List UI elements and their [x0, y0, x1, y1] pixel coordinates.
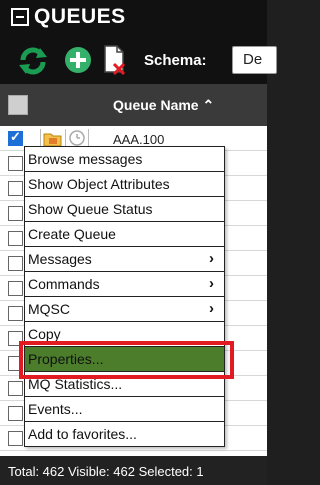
row-checkbox[interactable] — [8, 406, 23, 421]
row-checkbox[interactable] — [8, 231, 23, 246]
menu-item-browse-messages[interactable]: Browse messages — [25, 147, 224, 172]
menu-item-add-to-favorites[interactable]: Add to favorites... — [25, 422, 224, 447]
menu-item-mqsc[interactable]: MQSC › — [25, 297, 224, 322]
status-bar: Total: 462 Visible: 462 Selected: 1 — [0, 456, 267, 485]
menu-item-events[interactable]: Events... — [25, 397, 224, 422]
row-checkbox[interactable] — [8, 431, 23, 446]
table-header: Queue Name ⌃ — [0, 84, 267, 126]
submenu-arrow-icon: › — [209, 275, 214, 292]
refresh-icon[interactable] — [16, 46, 50, 76]
row-checkbox[interactable] — [8, 281, 23, 296]
row-checkbox[interactable] — [8, 381, 23, 396]
queue-name-column-header[interactable]: Queue Name ⌃ — [113, 97, 214, 114]
row-checkbox[interactable] — [8, 156, 23, 171]
submenu-arrow-icon: › — [209, 300, 214, 317]
row-checkbox[interactable] — [8, 181, 23, 196]
select-all-checkbox[interactable] — [8, 95, 28, 115]
add-circle-icon[interactable] — [64, 46, 92, 74]
toolbar: Schema: De — [0, 36, 277, 84]
highlight-annotation-box — [19, 341, 234, 379]
context-menu: Browse messages Show Object Attributes S… — [24, 146, 225, 447]
collapse-icon[interactable] — [11, 8, 29, 26]
schema-select[interactable]: De — [232, 46, 277, 74]
menu-item-show-object-attributes[interactable]: Show Object Attributes — [25, 172, 224, 197]
menu-item-label: Commands — [28, 276, 100, 292]
status-text: Total: 462 Visible: 462 Selected: 1 — [8, 464, 204, 479]
row-checkbox[interactable] — [8, 306, 23, 321]
menu-item-label: Messages — [28, 251, 92, 267]
row-checkbox[interactable] — [8, 129, 23, 146]
schema-label: Schema: — [144, 52, 207, 69]
menu-item-messages[interactable]: Messages › — [25, 247, 224, 272]
queue-name: AAA.100 — [113, 132, 165, 147]
row-checkbox[interactable] — [8, 256, 23, 271]
row-checkbox[interactable] — [8, 206, 23, 221]
menu-item-create-queue[interactable]: Create Queue — [25, 222, 224, 247]
title-bar: QUEUES — [0, 0, 267, 36]
menu-item-label: MQSC — [28, 301, 70, 317]
menu-item-show-queue-status[interactable]: Show Queue Status — [25, 197, 224, 222]
submenu-arrow-icon: › — [209, 250, 214, 267]
menu-item-commands[interactable]: Commands › — [25, 272, 224, 297]
delete-document-icon[interactable] — [102, 44, 128, 76]
page-title: QUEUES — [34, 5, 126, 28]
